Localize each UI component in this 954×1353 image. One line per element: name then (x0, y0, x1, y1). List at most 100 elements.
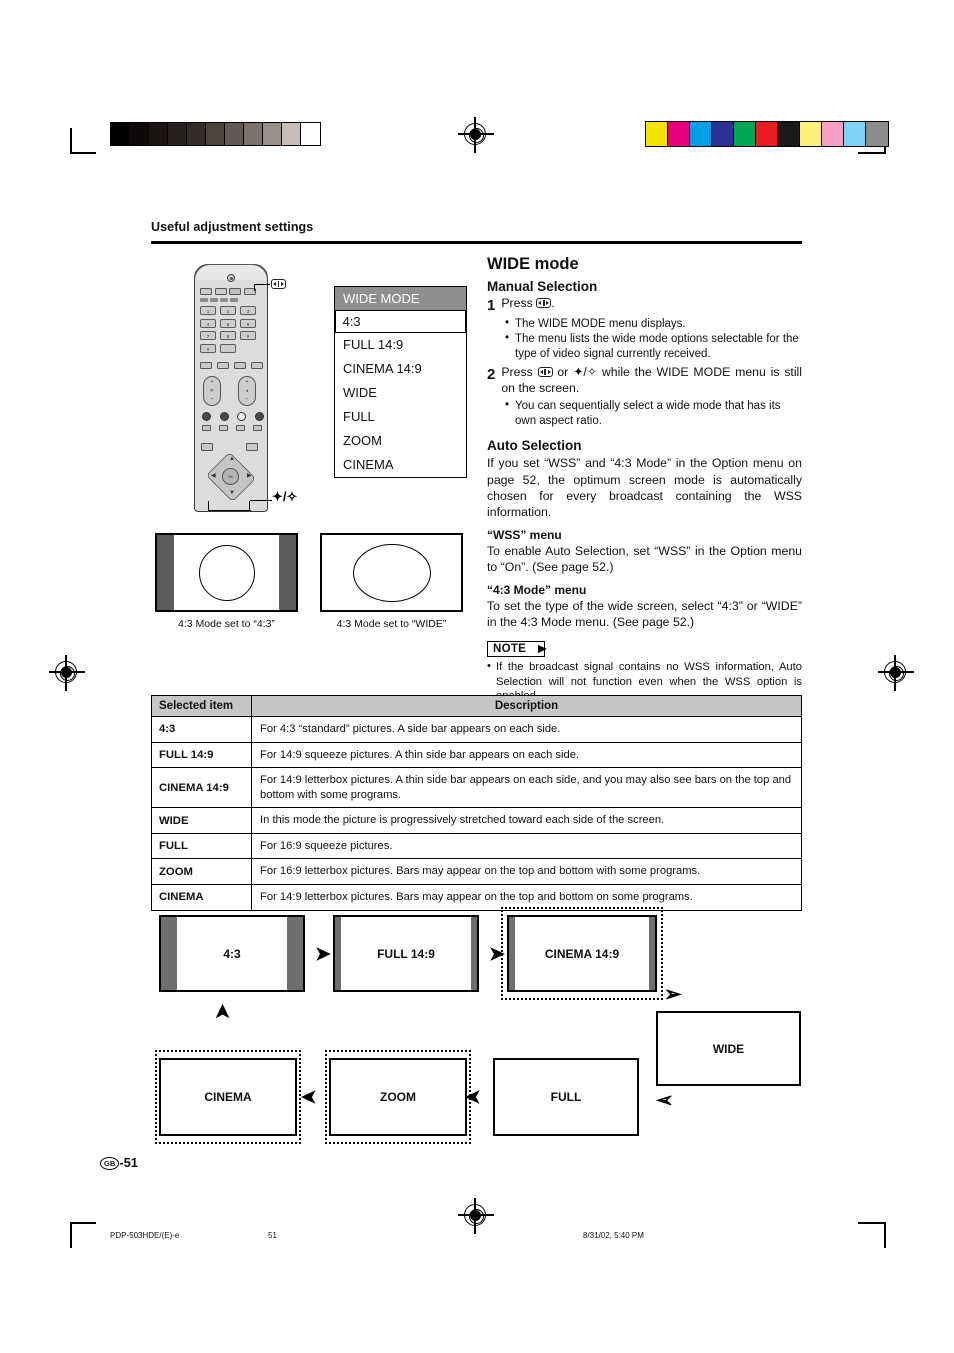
table-header-selected-item: Selected item (151, 695, 252, 717)
remote-key (236, 425, 245, 431)
color-button-green (219, 412, 229, 421)
remote-number-key: 9 (240, 331, 256, 340)
remote-color-button-row (202, 412, 264, 421)
registration-target-left (49, 655, 85, 691)
side-bar-left (161, 917, 177, 990)
table-cell-item: ZOOM (151, 858, 252, 885)
remote-key-label (220, 298, 228, 302)
wide-button-icon (536, 298, 552, 308)
table-cell-description: For 4:3 “standard” pictures. A side bar … (251, 716, 802, 743)
registration-target-top (458, 117, 494, 153)
gray-swatch (168, 123, 187, 145)
wss-menu-heading: “WSS” menu (487, 527, 562, 542)
mode43-menu-heading: “4:3 Mode” menu (487, 583, 587, 598)
manual-selection-heading: Manual Selection (487, 279, 598, 294)
remote-number-pad: 123 456 789 0 (200, 306, 256, 353)
crop-mark-bl-h (70, 1222, 96, 1224)
bullet-item: The WIDE MODE menu displays. (505, 316, 802, 332)
crop-mark-br-v (884, 1222, 886, 1248)
step-1-number: 1 (487, 297, 496, 314)
step-1-text: Press . (501, 296, 554, 315)
color-swatch (756, 122, 778, 146)
flow-arrow-down-left: ➢ (656, 1089, 674, 1112)
table-cell-description: For 16:9 letterbox pictures. Bars may ap… (251, 858, 802, 885)
remote-key (220, 343, 236, 353)
osd-menu-item[interactable]: FULL 14:9 (335, 333, 466, 357)
gray-swatch (225, 123, 244, 145)
updown-callout-line (250, 500, 272, 502)
tv-figure-caption: 4:3 Mode set to “4:3” (178, 618, 275, 630)
osd-menu-item[interactable]: CINEMA 14:9 (335, 357, 466, 381)
side-bar-right (279, 535, 296, 610)
osd-menu-item[interactable]: ZOOM (335, 429, 466, 453)
grayscale-wedge (110, 122, 321, 146)
table-cell-description: For 16:9 squeeze pictures. (251, 832, 802, 860)
updown-icon: ✦/✧ (573, 365, 598, 380)
remote-number-key: 3 (240, 306, 256, 315)
step-2: 2 Press or ✦/✧ while the WIDE MODE menu … (487, 365, 802, 397)
step-2-text: Press or ✦/✧ while the WIDE MODE menu is… (501, 365, 802, 397)
gray-swatch (282, 123, 301, 145)
color-swatch (734, 122, 756, 146)
osd-menu-item[interactable]: FULL (335, 405, 466, 429)
note-flag: NOTE (487, 639, 548, 658)
osd-menu-item[interactable]: WIDE (335, 381, 466, 405)
gray-swatch (149, 123, 168, 145)
side-bar-right (471, 917, 477, 990)
remote-key (200, 362, 212, 369)
tv-screen-4-3 (155, 533, 298, 612)
color-swatch (646, 122, 668, 146)
osd-menu-item[interactable]: CINEMA (335, 453, 466, 477)
flow-arrow-right: ➤ (315, 944, 331, 965)
flow-node-label: FULL (550, 1090, 582, 1104)
remote-number-key: 4 (200, 318, 216, 328)
crop-mark-tr-h (858, 152, 884, 154)
tv-screen-wide (320, 533, 463, 612)
tv-figure-wide: 4:3 Mode set to “WIDE” (320, 533, 463, 630)
remote-number-key: 7 (200, 331, 216, 340)
page-number-block: GB -51 (100, 1155, 138, 1170)
crop-mark-tl-h (70, 152, 96, 154)
menu-button-icon (201, 443, 213, 451)
ellipse-shape (352, 543, 431, 602)
flow-node-cinema: CINEMA (159, 1058, 297, 1136)
wide-callout-stem (254, 285, 256, 291)
page-label: -51 (119, 1155, 139, 1170)
color-button-blue (254, 412, 264, 421)
header-rule (151, 241, 802, 244)
table-cell-item: CINEMA 14:9 (151, 767, 252, 809)
table-row: FULL For 16:9 squeeze pictures. (151, 832, 802, 860)
step-1-text-before: Press (501, 296, 533, 310)
gray-swatch (301, 123, 320, 145)
remote-top-key-row (200, 288, 256, 295)
step-1: 1 Press . (487, 296, 802, 315)
table-cell-description: In this mode the picture is progressivel… (251, 807, 802, 834)
tv-figure-4-3: 4:3 Mode set to “4:3” (155, 533, 298, 630)
flow-node-label: CINEMA 14:9 (544, 946, 620, 961)
wide-mode-osd-menu: WIDE MODE 4:3 FULL 14:9 CINEMA 14:9 WIDE FUL… (334, 286, 467, 479)
remote-function-row (200, 362, 263, 369)
step-1-text-after: . (551, 296, 555, 310)
side-bar-right (287, 917, 303, 990)
table-row: 4:3 For 4:3 “standard” pictures. A side b… (151, 716, 802, 743)
osd-menu-item[interactable]: 4:3 (335, 310, 466, 334)
table-cell-item: FULL 14:9 (151, 741, 252, 769)
color-swatch (866, 122, 888, 146)
updown-callout-label: ✦/✧ (272, 489, 298, 504)
side-bar-right (649, 917, 655, 990)
flow-node-full: FULL (493, 1058, 639, 1136)
bullet-item: The menu lists the wide mode options sel… (505, 331, 802, 362)
channel-rocker: + P − (203, 376, 221, 406)
remote-number-key: 8 (220, 331, 236, 340)
crop-mark-br-h (858, 1222, 884, 1224)
footer-file-id: PDP-503HDE/(E)-e (110, 1231, 180, 1240)
crop-mark-tl-v (70, 128, 72, 154)
auto-selection-body: If you set “WSS” and “4:3 Mode” in the O… (487, 456, 802, 519)
registration-target-right (878, 655, 914, 691)
remote-number-key: 6 (240, 318, 256, 328)
side-bar-left (509, 917, 515, 990)
volume-rocker: + ◕ − (238, 376, 256, 406)
wide-button-icon (537, 367, 553, 378)
bullet-item: You can sequentially select a wide mode … (505, 398, 802, 429)
remote-number-key: 0 (200, 343, 216, 353)
